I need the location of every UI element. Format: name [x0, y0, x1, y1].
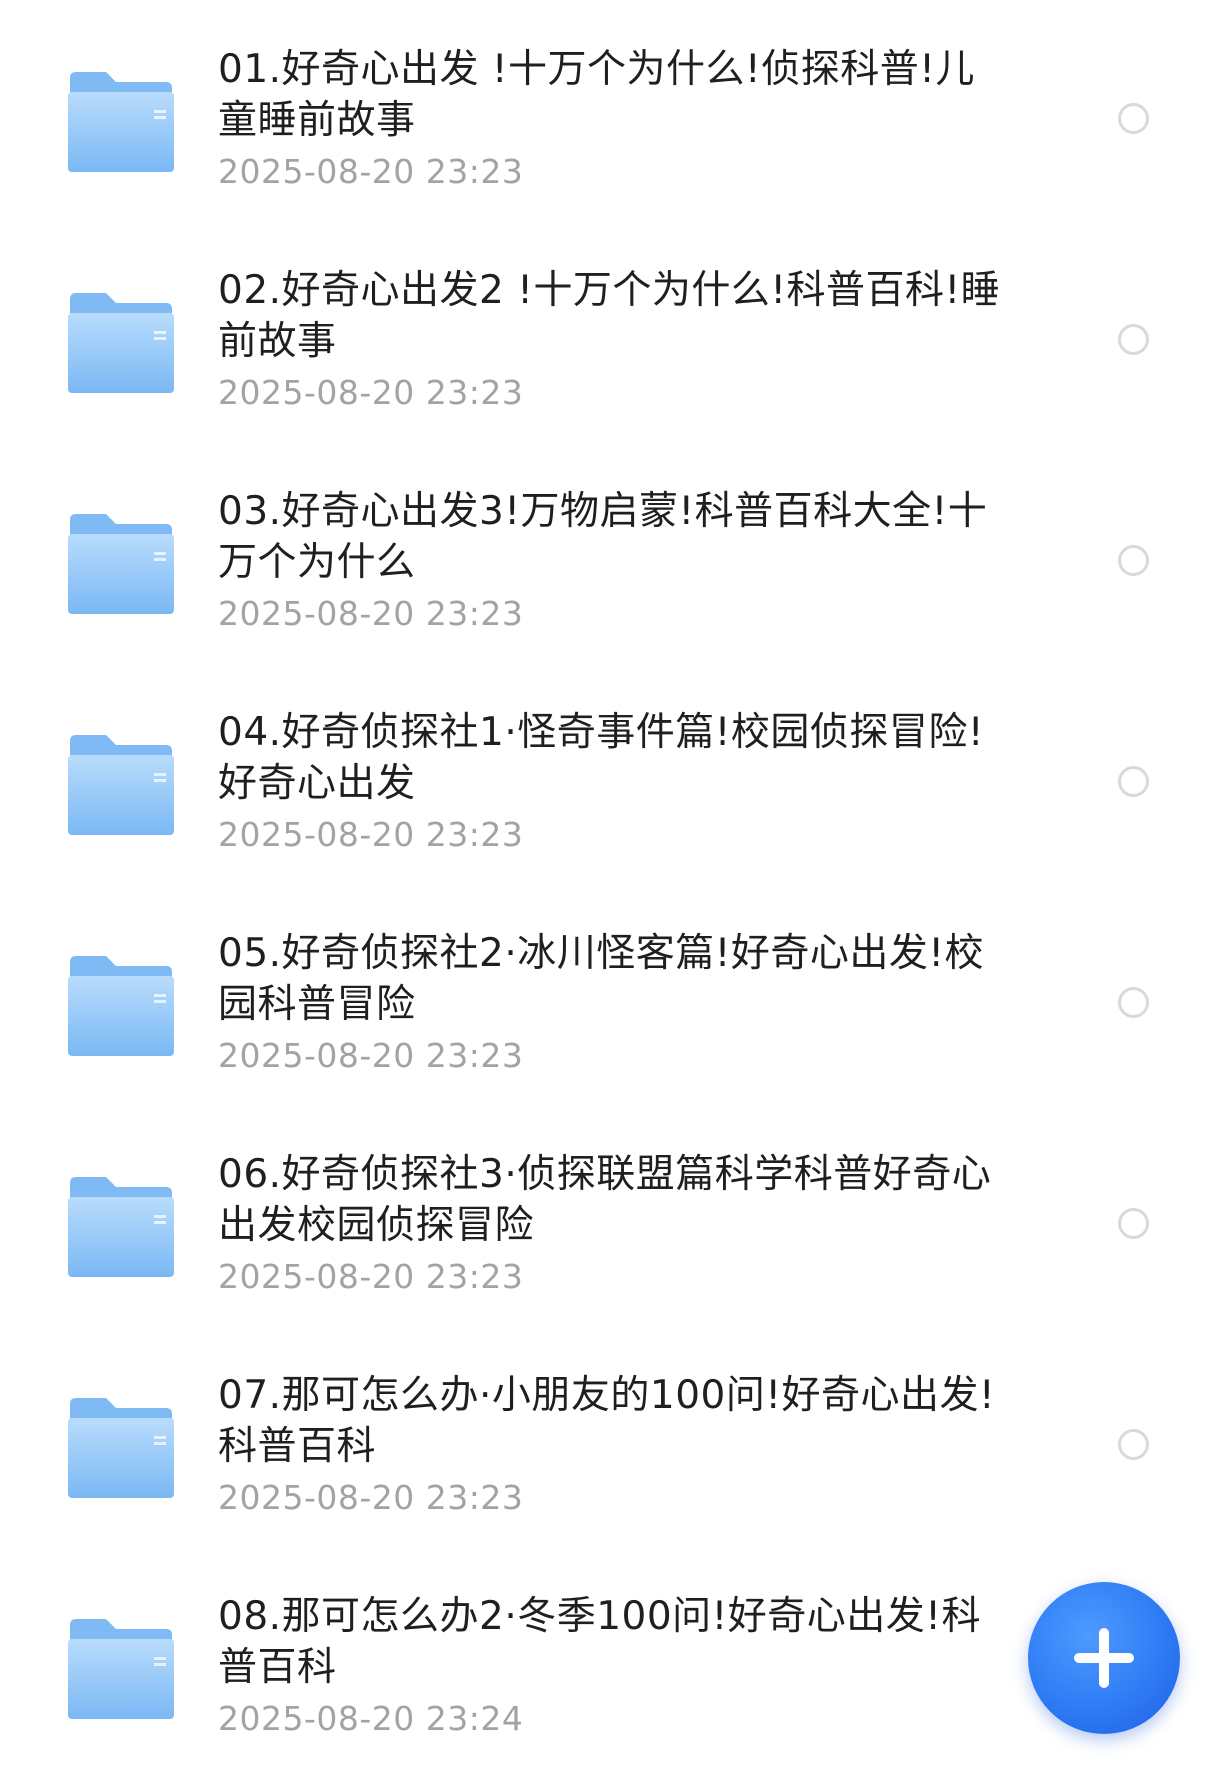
folder-icon	[68, 1177, 174, 1277]
file-name: 08.那可怎么办2·冬季100问!好奇心出发!科普百科	[218, 1594, 981, 1690]
folder-icon	[68, 514, 174, 614]
file-row-2[interactable]: 02.好奇心出发2 !十万个为什么!科普百科!睡前故事 2025-08-20 2…	[0, 221, 1220, 442]
file-name: 03.好奇心出发3!万物启蒙!科普百科大全!十万个为什么	[218, 489, 988, 585]
file-time: 2025-08-20 23:23	[218, 594, 524, 633]
file-list: 01.好奇心出发 !十万个为什么!侦探科普!儿童睡前故事 2025-08-20 …	[0, 0, 1220, 1768]
radio-circle-icon[interactable]	[1118, 324, 1149, 355]
file-name: 01.好奇心出发 !十万个为什么!侦探科普!儿童睡前故事	[218, 47, 975, 143]
radio-circle-icon[interactable]	[1118, 766, 1149, 797]
file-row-7[interactable]: 07.那可怎么办·小朋友的100问!好奇心出发!科普百科 2025-08-20 …	[0, 1326, 1220, 1547]
folder-icon	[68, 293, 174, 393]
file-time: 2025-08-20 23:23	[218, 1478, 524, 1517]
folder-icon	[68, 72, 174, 172]
file-time: 2025-08-20 23:24	[218, 1699, 524, 1738]
folder-icon	[68, 956, 174, 1056]
file-row-1[interactable]: 01.好奇心出发 !十万个为什么!侦探科普!儿童睡前故事 2025-08-20 …	[0, 0, 1220, 221]
radio-circle-icon[interactable]	[1118, 987, 1149, 1018]
file-row-4[interactable]: 04.好奇侦探社1·怪奇事件篇!校园侦探冒险!好奇心出发 2025-08-20 …	[0, 663, 1220, 884]
radio-circle-icon[interactable]	[1118, 1208, 1149, 1239]
file-name: 02.好奇心出发2 !十万个为什么!科普百科!睡前故事	[218, 268, 1001, 364]
file-row-6[interactable]: 06.好奇侦探社3·侦探联盟篇科学科普好奇心出发校园侦探冒险 2025-08-2…	[0, 1105, 1220, 1326]
file-name: 07.那可怎么办·小朋友的100问!好奇心出发!科普百科	[218, 1373, 996, 1469]
radio-circle-icon[interactable]	[1118, 1429, 1149, 1460]
radio-circle-icon[interactable]	[1118, 545, 1149, 576]
file-time: 2025-08-20 23:23	[218, 373, 524, 412]
file-row-5[interactable]: 05.好奇侦探社2·冰川怪客篇!好奇心出发!校园科普冒险 2025-08-20 …	[0, 884, 1220, 1105]
radio-circle-icon[interactable]	[1118, 103, 1149, 134]
folder-icon	[68, 1619, 174, 1719]
file-name: 05.好奇侦探社2·冰川怪客篇!好奇心出发!校园科普冒险	[218, 931, 985, 1027]
file-time: 2025-08-20 23:23	[218, 152, 524, 191]
folder-icon	[68, 1398, 174, 1498]
folder-icon	[68, 735, 174, 835]
file-time: 2025-08-20 23:23	[218, 1257, 524, 1296]
file-row-3[interactable]: 03.好奇心出发3!万物启蒙!科普百科大全!十万个为什么 2025-08-20 …	[0, 442, 1220, 663]
file-time: 2025-08-20 23:23	[218, 1036, 524, 1075]
file-time: 2025-08-20 23:23	[218, 815, 524, 854]
file-name: 04.好奇侦探社1·怪奇事件篇!校园侦探冒险!好奇心出发	[218, 710, 985, 806]
file-name: 06.好奇侦探社3·侦探联盟篇科学科普好奇心出发校园侦探冒险	[218, 1152, 992, 1248]
add-button[interactable]	[1028, 1582, 1180, 1734]
plus-icon	[1074, 1628, 1134, 1688]
